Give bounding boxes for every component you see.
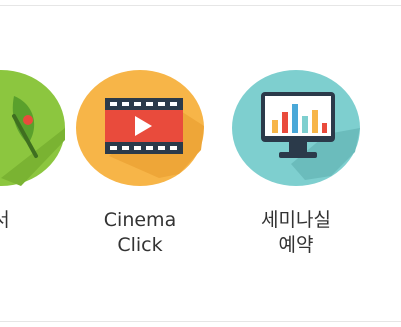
service-tile-seminar-reservation[interactable]: 세미나실 예약: [231, 68, 361, 268]
bottom-divider: [0, 321, 401, 322]
service-carousel: 서 Cinema Click 세미나실 예약: [0, 0, 401, 327]
service-tile-label: Cinema Click: [103, 209, 177, 256]
service-tile-cinema-click[interactable]: Cinema Click: [75, 68, 205, 268]
service-tile-label: 서: [0, 209, 10, 231]
leaf-icon: [0, 68, 66, 188]
film-play-icon: [75, 68, 205, 188]
service-tile-label: 세미나실 예약: [261, 209, 331, 256]
monitor-chart-icon: [231, 68, 361, 188]
service-tile-partial[interactable]: 서: [0, 68, 66, 268]
